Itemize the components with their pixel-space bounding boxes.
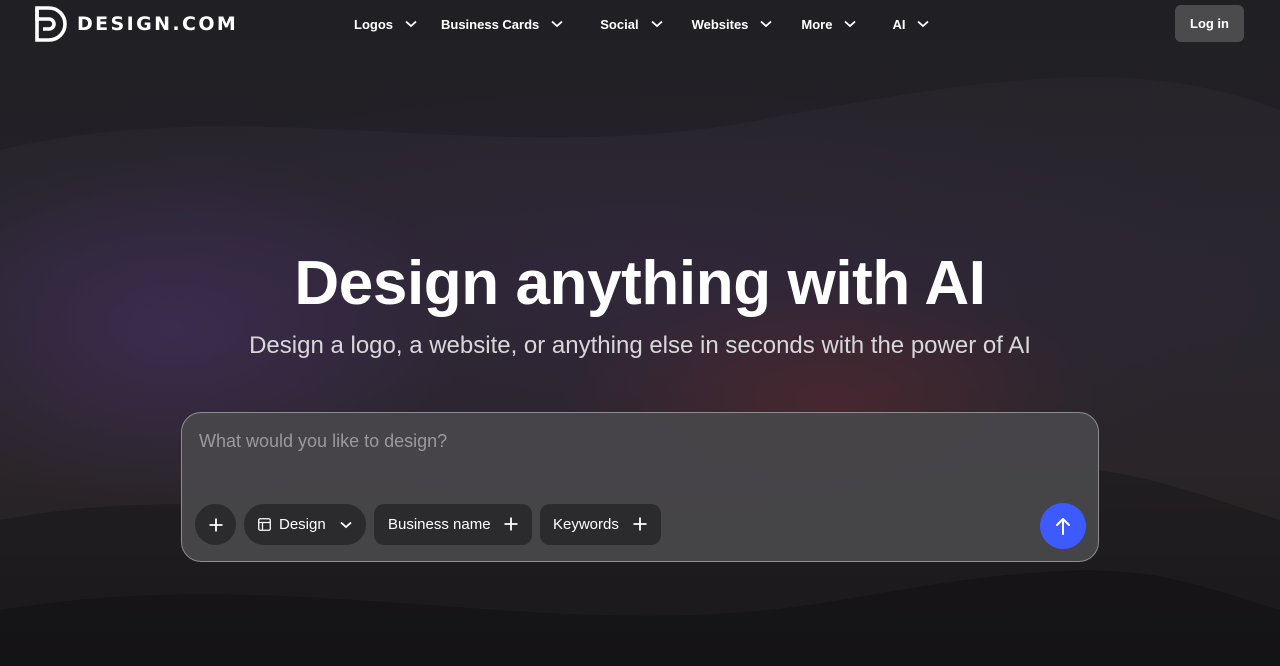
menu-item-business-cards[interactable]: Business Cards	[441, 17, 563, 32]
top-navigation: DESIGN.COM Logos Business Cards Social W…	[0, 0, 1280, 48]
keywords-chip[interactable]: Keywords	[540, 504, 661, 545]
business-name-chip[interactable]: Business name	[374, 504, 532, 545]
design-logo-icon	[35, 6, 67, 42]
design-prompt-input[interactable]	[199, 428, 1019, 454]
chevron-down-icon	[844, 20, 857, 28]
menu-item-label: Logos	[354, 16, 393, 32]
chevron-down-icon	[405, 20, 417, 28]
menu-item-social[interactable]: Social	[600, 16, 663, 32]
plus-icon	[633, 517, 647, 531]
brand-logo[interactable]: DESIGN.COM	[35, 6, 238, 42]
menu-item-websites[interactable]: Websites	[692, 17, 773, 32]
plus-icon	[504, 517, 518, 531]
plus-icon	[209, 518, 222, 531]
menu-item-label: Social	[600, 16, 639, 32]
menu-item-more[interactable]: More	[801, 16, 857, 32]
brand-name: DESIGN.COM	[77, 13, 239, 35]
hero-title: Design anything with AI	[294, 249, 986, 318]
chevron-down-icon	[551, 20, 563, 28]
design-type-label: Design	[279, 516, 326, 533]
chevron-down-icon	[340, 521, 352, 529]
main-menu: Logos Business Cards Social Websites Mor…	[354, 0, 930, 48]
menu-item-label: Business Cards	[441, 16, 540, 32]
layout-grid-icon	[258, 518, 271, 531]
chevron-down-icon	[760, 20, 773, 28]
add-attachment-button[interactable]	[195, 504, 236, 545]
menu-item-ai[interactable]: AI	[892, 16, 930, 32]
menu-item-logos[interactable]: Logos	[354, 17, 417, 32]
keywords-label: Keywords	[553, 516, 619, 533]
design-type-dropdown[interactable]: Design	[244, 504, 366, 545]
design-prompt-box: Design Business name Keywords	[181, 412, 1099, 562]
arrow-up-icon	[1056, 518, 1070, 535]
business-name-label: Business name	[388, 516, 491, 533]
login-button[interactable]: Log in	[1175, 5, 1244, 42]
send-button[interactable]	[1040, 503, 1086, 549]
chevron-down-icon	[650, 20, 663, 28]
menu-item-label: Websites	[691, 16, 749, 32]
chevron-down-icon	[917, 20, 930, 28]
hero-subtitle: Design a logo, a website, or anything el…	[249, 332, 1031, 359]
menu-item-label: More	[801, 16, 833, 32]
menu-item-label: AI	[892, 16, 906, 32]
